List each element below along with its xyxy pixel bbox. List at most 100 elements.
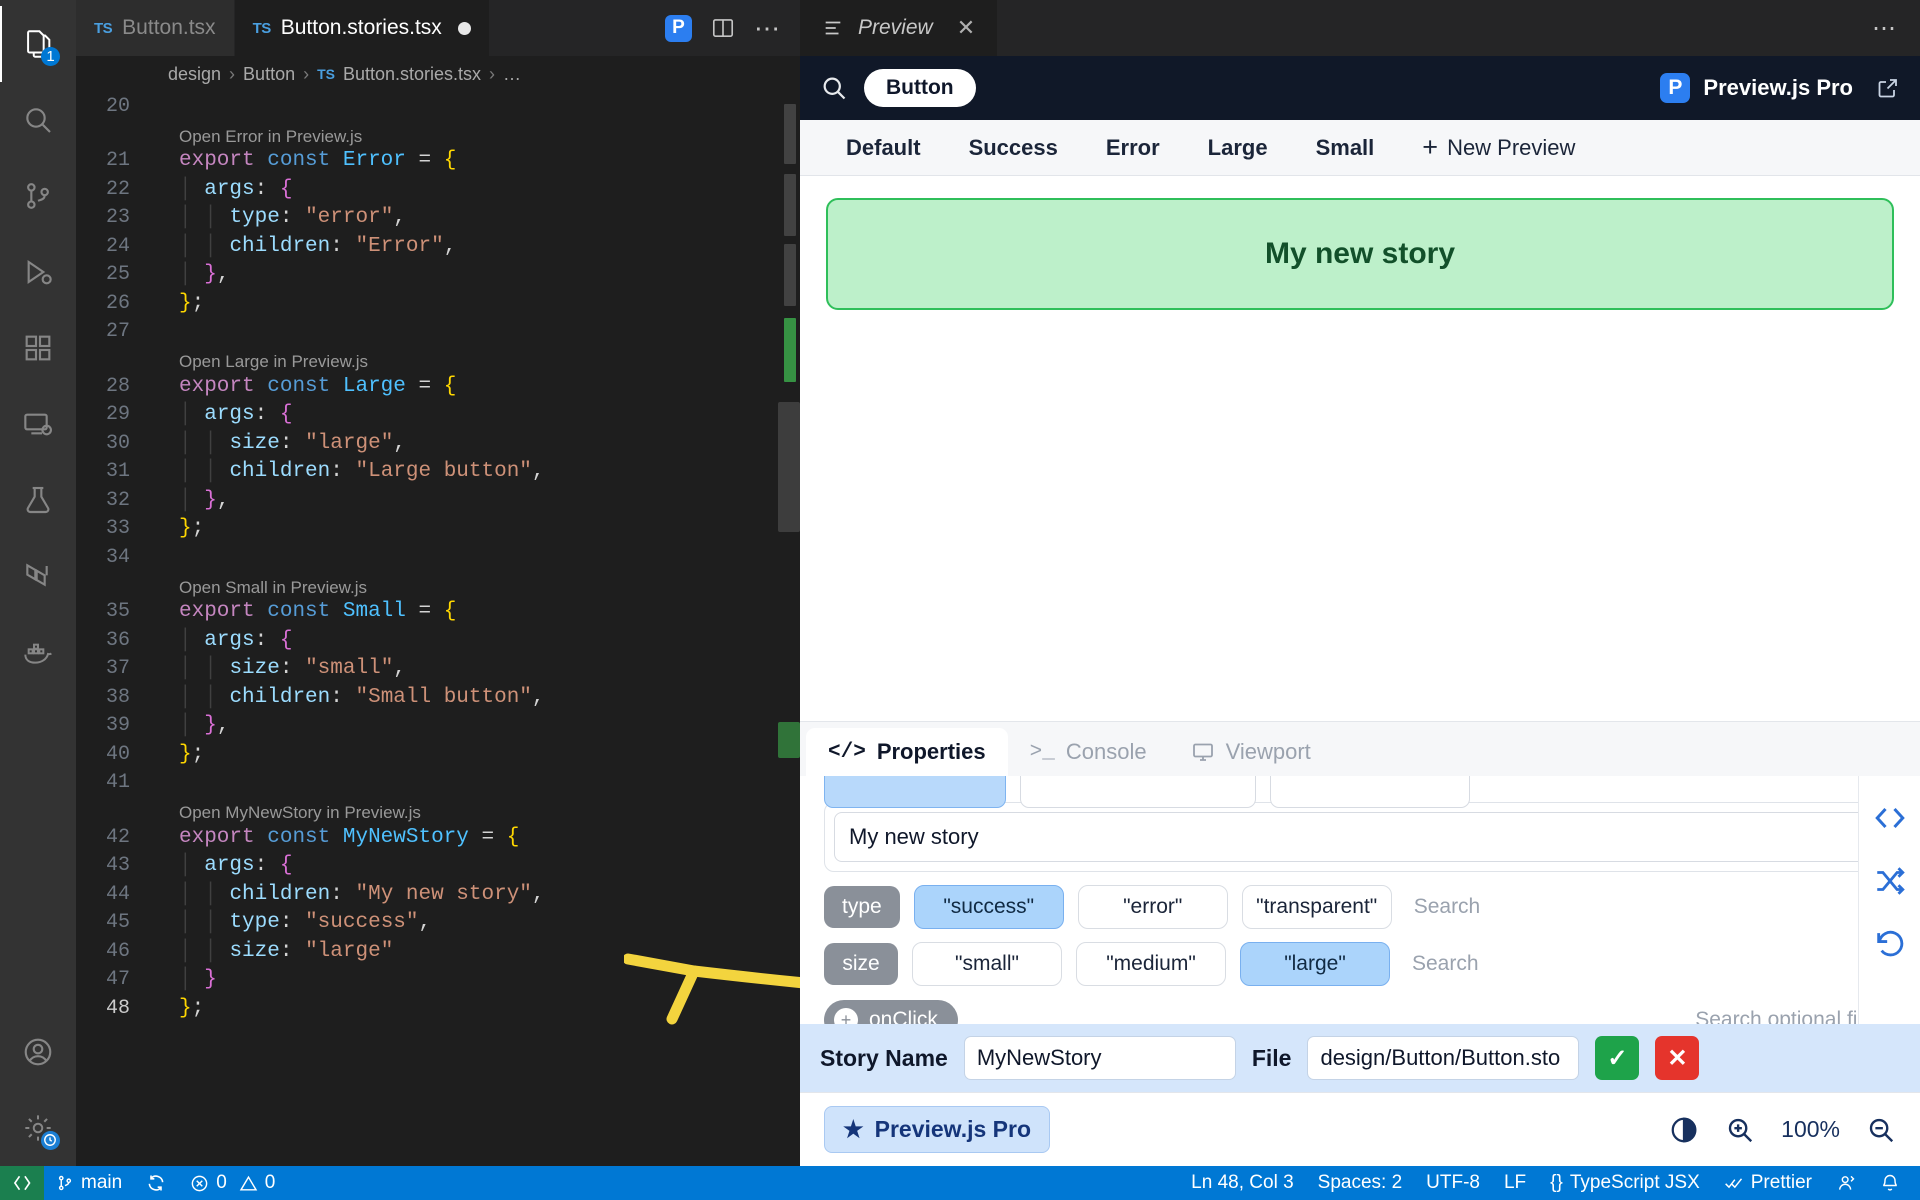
code-line[interactable]: 39 │ }, (76, 712, 800, 741)
code-line[interactable]: 42 export const MyNewStory = { (76, 823, 800, 852)
code-line[interactable]: 29 │ args: { (76, 401, 800, 430)
story-preview-button[interactable]: My new story (826, 198, 1894, 310)
preview-close-icon[interactable]: ✕ (957, 15, 975, 41)
children-text-input[interactable] (834, 812, 1886, 862)
property-search-size[interactable]: Search (1412, 952, 1479, 976)
code-line[interactable]: 48}; (76, 994, 800, 1023)
preview-tab-small[interactable]: Small (1292, 135, 1399, 161)
status-eol[interactable]: LF (1492, 1172, 1538, 1194)
contrast-icon[interactable] (1669, 1115, 1699, 1145)
external-link-icon[interactable] (1876, 76, 1900, 100)
code-line[interactable]: 26}; (76, 289, 800, 318)
code-line[interactable]: 20 (76, 92, 800, 121)
activity-extensions[interactable] (0, 310, 76, 386)
code-line[interactable]: 46 │ │ size: "large" (76, 937, 800, 966)
property-search-type[interactable]: Search (1414, 895, 1481, 919)
code-line[interactable]: 33}; (76, 515, 800, 544)
property-option-type-success[interactable]: "success" (913, 885, 1064, 929)
code-line[interactable]: 41 (76, 769, 800, 798)
activity-search[interactable] (0, 82, 76, 158)
preview-more-icon[interactable]: ⋯ (1848, 14, 1920, 43)
tab-button-tsx[interactable]: TS Button.tsx (76, 0, 235, 56)
new-preview-button[interactable]: + New Preview (1398, 134, 1599, 161)
cancel-button[interactable]: ✕ (1655, 1036, 1700, 1080)
code-line[interactable]: 31 │ │ children: "Large button", (76, 458, 800, 487)
activity-explorer[interactable]: 1 (0, 6, 76, 82)
activity-docker[interactable] (0, 614, 76, 690)
code-line[interactable]: 35 export const Small = { (76, 598, 800, 627)
clipped-option-2[interactable] (1020, 776, 1256, 808)
story-name-input[interactable] (963, 1036, 1236, 1080)
code-icon[interactable] (1872, 800, 1908, 836)
code-line[interactable]: 37 │ │ size: "small", (76, 655, 800, 684)
property-option-size-large[interactable]: "large" (1240, 942, 1390, 986)
property-option-type-transparent[interactable]: "transparent" (1241, 885, 1392, 929)
minimap[interactable] (778, 92, 800, 1166)
activity-testing[interactable] (0, 462, 76, 538)
tab-console[interactable]: >_ Console (1008, 728, 1169, 776)
shuffle-icon[interactable] (1873, 864, 1907, 898)
more-actions-icon[interactable]: ⋯ (754, 15, 780, 41)
tab-button-stories-tsx[interactable]: TS Button.stories.tsx (234, 0, 490, 56)
add-onclick-button[interactable]: + onClick (824, 1000, 958, 1024)
code-line[interactable]: 27 (76, 318, 800, 347)
tab-viewport[interactable]: Viewport (1169, 728, 1333, 776)
preview-tab-default[interactable]: Default (822, 135, 945, 161)
breadcrumb-button[interactable]: Button (243, 64, 295, 85)
previewjs-pro-button[interactable]: ★ Preview.js Pro (824, 1106, 1051, 1153)
confirm-button[interactable]: ✓ (1595, 1036, 1640, 1080)
breadcrumb-more[interactable]: … (503, 64, 521, 85)
clipped-option-selected[interactable] (824, 776, 1006, 808)
zoom-in-icon[interactable] (1725, 1115, 1755, 1145)
code-lens-link[interactable]: Open Large in Preview.js (179, 352, 368, 372)
code-line[interactable]: 30 │ │ size: "large", (76, 429, 800, 458)
activity-terraform[interactable] (0, 538, 76, 614)
status-formatter[interactable]: Prettier (1712, 1172, 1824, 1194)
activity-remote[interactable] (0, 386, 76, 462)
zoom-out-icon[interactable] (1866, 1115, 1896, 1145)
code-line[interactable]: 44 │ │ children: "My new story", (76, 880, 800, 909)
code-line[interactable]: 24 │ │ children: "Error", (76, 232, 800, 261)
code-line[interactable]: 45 │ │ type: "success", (76, 909, 800, 938)
file-path-input[interactable] (1307, 1036, 1580, 1080)
code-line[interactable]: 23 │ │ type: "error", (76, 204, 800, 233)
reset-icon[interactable] (1873, 926, 1907, 960)
clipped-option-3[interactable] (1270, 776, 1470, 808)
activity-run-debug[interactable] (0, 234, 76, 310)
code-lens-link[interactable]: Open Error in Preview.js (179, 127, 362, 147)
code-line[interactable]: 22 │ args: { (76, 175, 800, 204)
code-line[interactable]: 28 export const Large = { (76, 372, 800, 401)
property-option-size-medium[interactable]: "medium" (1076, 942, 1226, 986)
preview-tab-error[interactable]: Error (1082, 135, 1184, 161)
status-language[interactable]: {} TypeScript JSX (1538, 1172, 1712, 1194)
status-problems[interactable]: 0 0 (178, 1172, 287, 1194)
split-editor-icon[interactable] (710, 15, 736, 41)
code-lens-link[interactable]: Open Small in Preview.js (179, 578, 367, 598)
tab-properties[interactable]: </> Properties (806, 728, 1008, 776)
code-line[interactable]: 32 │ }, (76, 486, 800, 515)
code-lens-link[interactable]: Open MyNewStory in Preview.js (179, 803, 421, 823)
preview-tab-large[interactable]: Large (1184, 135, 1292, 161)
previewjs-action-icon[interactable]: P (665, 14, 692, 42)
activity-source-control[interactable] (0, 158, 76, 234)
code-line[interactable]: 47 │ } (76, 966, 800, 995)
unsaved-dot-icon[interactable] (457, 21, 471, 35)
status-sync[interactable] (134, 1173, 178, 1193)
activity-accounts[interactable] (0, 1014, 76, 1090)
code-line[interactable]: 38 │ │ children: "Small button", (76, 683, 800, 712)
property-option-size-small[interactable]: "small" (912, 942, 1062, 986)
activity-settings[interactable] (0, 1090, 76, 1166)
code-line[interactable]: 34 (76, 543, 800, 572)
code-line[interactable]: 25 │ }, (76, 261, 800, 290)
status-notifications-icon[interactable] (1868, 1173, 1920, 1193)
editor-vertical-scrollbar[interactable] (778, 402, 800, 532)
status-encoding[interactable]: UTF-8 (1414, 1172, 1492, 1194)
preview-tab-success[interactable]: Success (945, 135, 1082, 161)
breadcrumb-file[interactable]: Button.stories.tsx (343, 64, 481, 85)
status-account-icon[interactable] (1824, 1173, 1868, 1193)
code-line[interactable]: 40}; (76, 740, 800, 769)
status-indentation[interactable]: Spaces: 2 (1306, 1172, 1415, 1194)
component-chip[interactable]: Button (864, 69, 976, 107)
code-line[interactable]: 21 export const Error = { (76, 147, 800, 176)
editor-scrollbar-thumb-2[interactable] (778, 722, 800, 758)
